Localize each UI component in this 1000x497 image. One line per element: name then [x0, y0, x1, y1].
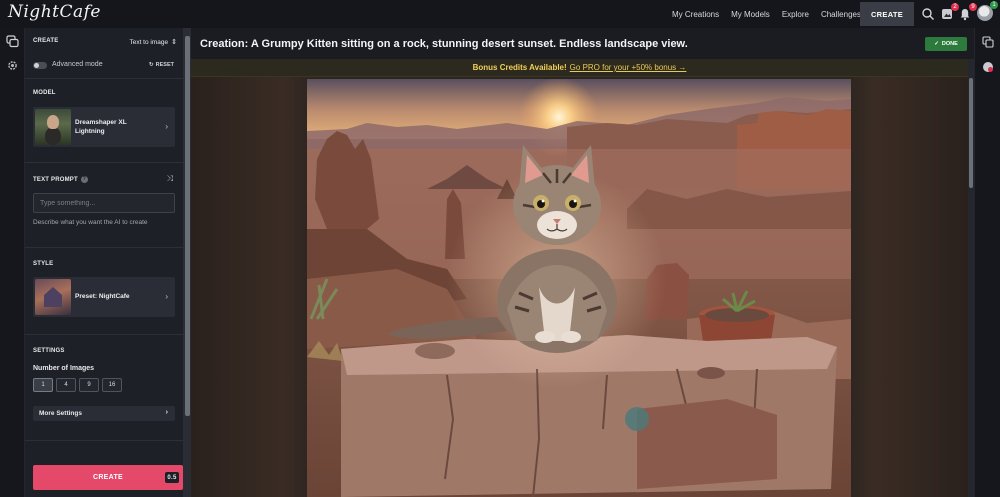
- help-icon[interactable]: ?: [80, 176, 88, 183]
- panel-scrollbar-thumb[interactable]: [185, 36, 190, 416]
- text-prompt-section-title: TEXT PROMPT?: [33, 176, 88, 183]
- bonus-banner: Bonus Credits Available! Go PRO for your…: [191, 59, 968, 77]
- nav-links: My Creations My Models Explore Challenge…: [672, 0, 873, 28]
- divider: [25, 78, 183, 79]
- style-section-title: STYLE: [33, 261, 54, 267]
- style-name: Preset: NightCafe: [75, 293, 130, 300]
- bonus-highlight: Bonus Credits Available!: [472, 63, 567, 72]
- create-button-label: CREATE: [92, 474, 124, 481]
- more-settings-label: More Settings: [39, 410, 82, 417]
- model-thumbnail: [35, 109, 71, 145]
- mode-select[interactable]: Text to image ⇕: [129, 38, 177, 47]
- done-button[interactable]: ✓ DONE: [925, 37, 967, 51]
- notifications-badge: 9: [969, 3, 977, 11]
- create-panel: CREATE Text to image ⇕ Advanced mode ↻ R…: [25, 28, 183, 497]
- number-of-images-label: Number of Images: [33, 365, 95, 372]
- style-select-card[interactable]: Preset: NightCafe ›: [33, 277, 175, 317]
- credit-cost-badge: 0.5: [165, 472, 179, 483]
- reset-button[interactable]: ↻ RESET: [149, 62, 174, 68]
- settings-gear-icon[interactable]: [6, 59, 19, 72]
- chevron-right-icon: ›: [165, 122, 168, 131]
- prompt-help-text: Describe what you want the AI to create: [33, 219, 148, 226]
- model-name: Dreamshaper XL Lightning: [75, 119, 127, 135]
- creation-image-stage: [191, 77, 968, 497]
- done-label: DONE: [941, 41, 958, 47]
- go-pro-link[interactable]: Go PRO for your +50% bonus →: [570, 63, 687, 72]
- divider: [25, 440, 183, 441]
- text-prompt-input[interactable]: [33, 193, 175, 213]
- model-section-title: MODEL: [33, 90, 56, 96]
- updown-chevron-icon: ⇕: [171, 39, 177, 46]
- settings-section-title: SETTINGS: [33, 348, 65, 354]
- right-icon-rail: [974, 28, 1000, 497]
- images-option-16[interactable]: 16: [102, 378, 122, 392]
- search-icon[interactable]: [921, 7, 935, 21]
- generated-image[interactable]: [307, 79, 851, 497]
- shuffle-icon[interactable]: ⤨: [167, 174, 173, 184]
- style-thumbnail: [35, 279, 71, 315]
- remix-icon[interactable]: [982, 60, 994, 78]
- text-prompt-label: TEXT PROMPT: [33, 177, 78, 183]
- profile-avatar[interactable]: 1: [977, 1, 998, 21]
- images-option-4[interactable]: 4: [56, 378, 76, 392]
- advanced-mode-toggle[interactable]: [33, 62, 47, 69]
- divider: [25, 247, 183, 248]
- nav-explore[interactable]: Explore: [782, 10, 809, 19]
- top-navigation: NightCafe My Creations My Models Explore…: [0, 0, 1000, 28]
- images-option-9[interactable]: 9: [79, 378, 99, 392]
- chevron-right-icon: ›: [165, 292, 168, 301]
- create-panel-icon[interactable]: [6, 35, 19, 48]
- nav-create-button[interactable]: CREATE: [860, 2, 914, 26]
- more-settings-button[interactable]: More Settings ›: [33, 406, 175, 421]
- reset-label: RESET: [155, 62, 174, 68]
- bell-icon[interactable]: 9: [958, 3, 977, 21]
- create-section-title: CREATE: [33, 38, 59, 44]
- divider: [25, 162, 183, 163]
- create-button[interactable]: CREATE 0.5: [33, 465, 183, 490]
- creation-title: Creation: A Grumpy Kitten sitting on a r…: [200, 38, 688, 50]
- nav-challenges[interactable]: Challenges: [821, 10, 861, 19]
- chevron-right-icon: ›: [165, 409, 168, 416]
- creation-header: Creation: A Grumpy Kitten sitting on a r…: [191, 28, 974, 59]
- reset-icon: ↻: [149, 62, 154, 68]
- nav-my-models[interactable]: My Models: [731, 10, 770, 19]
- profile-badge: 1: [990, 1, 998, 9]
- nav-my-creations[interactable]: My Creations: [672, 10, 719, 19]
- mode-select-value: Text to image: [129, 38, 169, 46]
- main-scrollbar-thumb[interactable]: [969, 78, 973, 188]
- gallery-icon[interactable]: 2: [940, 3, 959, 21]
- divider: [25, 334, 183, 335]
- check-icon: ✓: [934, 41, 939, 47]
- nightcafe-logo[interactable]: NightCafe: [8, 2, 101, 22]
- advanced-mode-label: Advanced mode: [52, 61, 103, 68]
- model-select-card[interactable]: Dreamshaper XL Lightning ›: [33, 107, 175, 147]
- left-icon-rail: [0, 28, 25, 497]
- copy-icon[interactable]: [982, 35, 994, 53]
- images-option-1[interactable]: 1: [33, 378, 53, 392]
- number-of-images-options: 1 4 9 16: [33, 378, 122, 392]
